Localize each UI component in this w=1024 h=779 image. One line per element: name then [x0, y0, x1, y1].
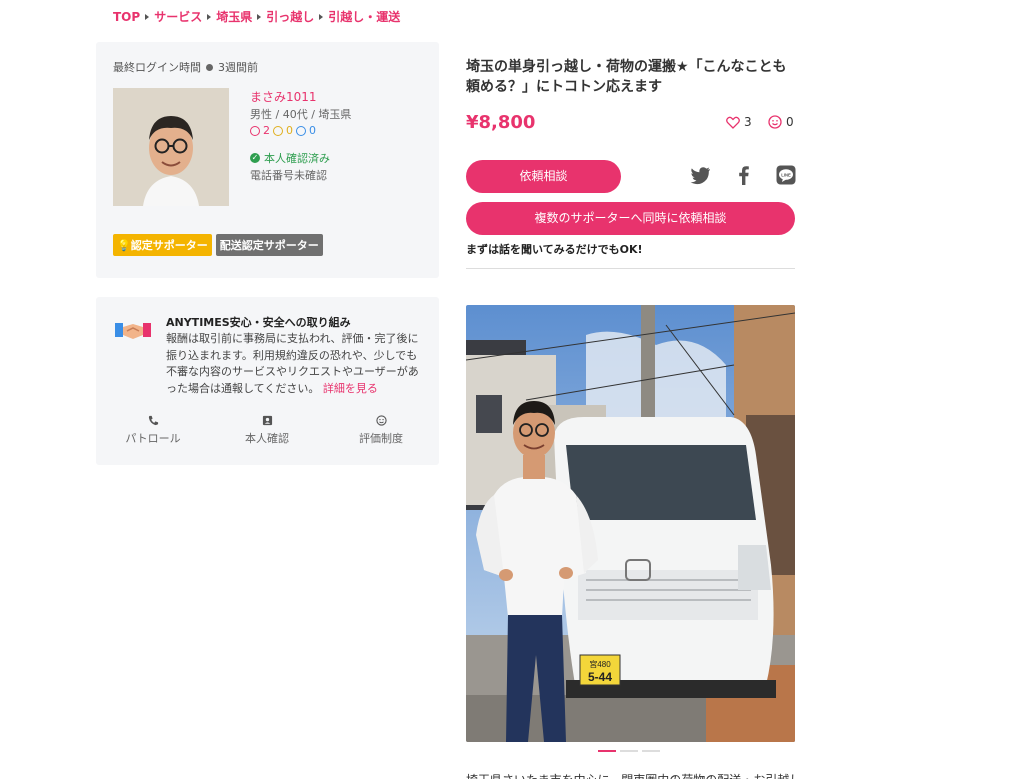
pager-dot-2[interactable] [620, 750, 638, 752]
last-login-label: 最終ログイン時間 [113, 61, 201, 74]
breadcrumb-saitama[interactable]: 埼玉県 [216, 8, 252, 25]
rating-bad-count: 0 [309, 124, 316, 137]
user-meta: 男性 / 40代 / 埼玉県 [250, 108, 352, 121]
service-price: ¥8,800 [466, 112, 536, 133]
service-photo[interactable]: 宮480 5-44 [466, 305, 795, 742]
certified-supporter-badge: 💡認定サポーター [113, 234, 212, 256]
phone-status: 電話番号未確認 [250, 169, 327, 182]
rating-neutral-count: 0 [286, 124, 293, 137]
consult-hint: まずは話を聞いてみるだけでもOK! [466, 243, 643, 256]
breadcrumb-top[interactable]: TOP [113, 10, 140, 24]
svg-text:5-44: 5-44 [588, 670, 612, 684]
heart-icon [726, 116, 740, 129]
rating-good-count: 2 [263, 124, 270, 137]
smile-button[interactable]: 0 [768, 115, 794, 129]
phone-icon [148, 415, 158, 426]
delivery-certified-badge: 配送認定サポーター [215, 234, 323, 256]
smile-face-icon [768, 115, 782, 129]
identity-verified: ✓ 本人確認済み [250, 150, 330, 166]
rating-system-link[interactable]: 評価制度 [324, 415, 438, 446]
safety-card: ANYTIMES安心・安全への取り組み 報酬は取引前に事務局に支払われ、評価・完… [96, 297, 439, 465]
smile-count: 0 [786, 115, 794, 129]
id-card-icon [262, 415, 272, 426]
smile-face-icon [250, 125, 260, 136]
pager-dot-3[interactable] [642, 750, 660, 752]
avatar-photo [113, 88, 229, 206]
breadcrumb-separator-icon [207, 13, 212, 20]
breadcrumb-separator-icon [319, 13, 324, 20]
safety-description: 報酬は取引前に事務局に支払われ、評価・完了後に振り込まれます。利用規約違反の恐れ… [166, 332, 419, 395]
breadcrumb-moving[interactable]: 引っ越し [266, 8, 314, 25]
like-button[interactable]: 3 [726, 115, 752, 129]
breadcrumb-separator-icon [257, 13, 262, 20]
safety-details-link[interactable]: 詳細を見る [323, 382, 378, 395]
profile-card: 最終ログイン時間 3週間前 まさみ1011 男性 / 40代 / 埼玉県 2 0… [96, 42, 439, 278]
pager-dot-1[interactable] [598, 750, 616, 752]
breadcrumb-separator-icon [145, 13, 150, 20]
safety-links: パトロール 本人確認 評価制度 [96, 415, 439, 446]
multi-consult-button[interactable]: 複数のサポーターへ同時に依頼相談 [466, 202, 795, 235]
identity-verified-label: 本人確認済み [264, 152, 330, 165]
service-description: 埼玉県さいたま市を中心に、関東圏内の荷物の配送・お引越し [466, 771, 796, 779]
identity-check-link[interactable]: 本人確認 [210, 415, 324, 446]
ratings: 2 0 0 [250, 124, 316, 137]
svg-text:宮480: 宮480 [589, 659, 611, 669]
photo-pager [598, 750, 660, 752]
breadcrumb-moving-transport[interactable]: 引越し・運送 [328, 8, 400, 25]
like-count: 3 [744, 115, 752, 129]
badges: 💡認定サポーター 配送認定サポーター [113, 234, 323, 256]
neutral-face-icon [273, 125, 283, 136]
svg-text:LINE: LINE [781, 173, 791, 178]
user-name[interactable]: まさみ1011 [250, 88, 317, 105]
check-circle-icon: ✓ [250, 153, 260, 163]
sad-face-icon [296, 125, 306, 136]
service-photo-image: 宮480 5-44 [466, 305, 795, 742]
consult-button[interactable]: 依頼相談 [466, 160, 621, 193]
smile-icon [375, 415, 387, 426]
breadcrumb: TOP サービス 埼玉県 引っ越し 引越し・運送 [113, 8, 400, 25]
twitter-icon[interactable] [690, 164, 712, 186]
status-dot-icon [206, 63, 213, 71]
last-login-value: 3週間前 [218, 61, 258, 74]
divider [466, 268, 795, 269]
safety-title: ANYTIMES安心・安全への取り組み [166, 316, 351, 329]
breadcrumb-services[interactable]: サービス [154, 8, 202, 25]
service-title: 埼玉の単身引っ越し・荷物の運搬★「こんなことも頼める？」にトコトン応えます [466, 59, 787, 95]
last-login: 最終ログイン時間 3週間前 [113, 59, 258, 75]
line-icon[interactable]: LINE [775, 164, 797, 186]
handshake-icon [115, 323, 151, 339]
facebook-icon[interactable] [733, 164, 755, 186]
avatar[interactable] [113, 88, 229, 206]
safety-text: 報酬は取引前に事務局に支払われ、評価・完了後に振り込まれます。利用規約違反の恐れ… [166, 331, 428, 397]
patrol-link[interactable]: パトロール [96, 415, 210, 446]
